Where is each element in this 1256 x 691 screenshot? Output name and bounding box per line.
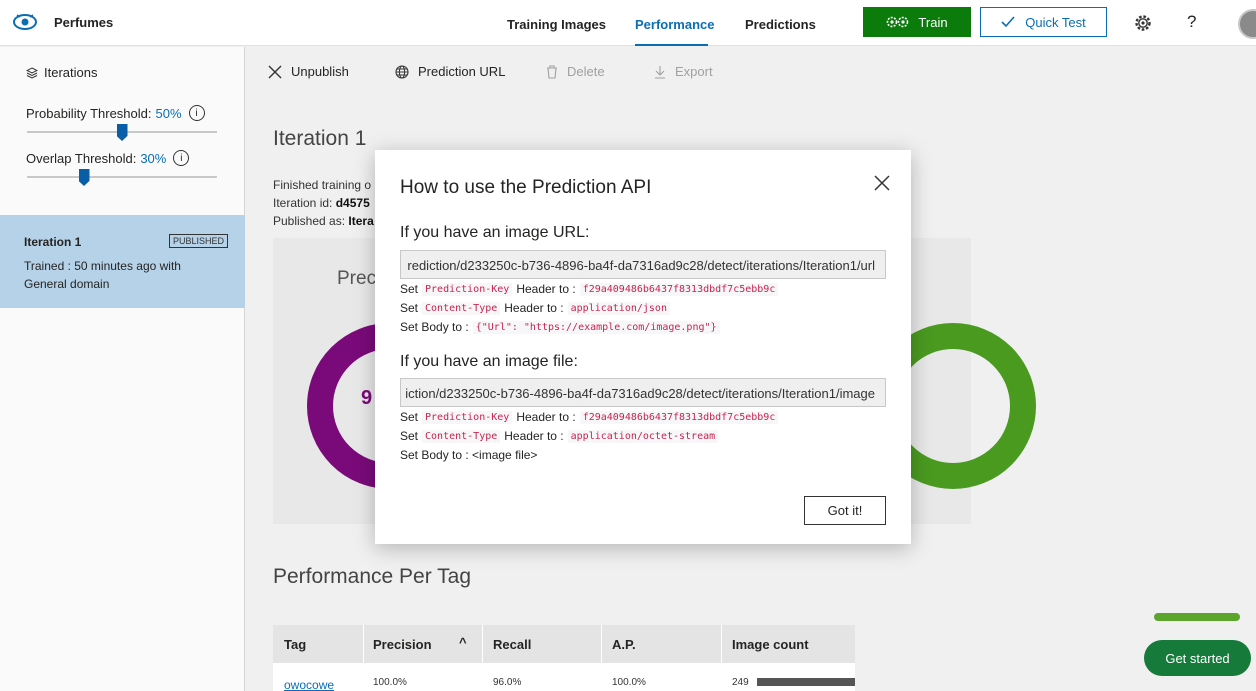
set-text: Set: [400, 301, 419, 315]
set-body-text: Set Body to :: [400, 320, 469, 334]
image-url-endpoint-field[interactable]: rediction/d233250c-b736-4896-ba4f-da7316…: [400, 250, 886, 279]
file-body-line: Set Body to : <image file>: [400, 448, 538, 462]
url-content-type-line: Set Content-Type Header to : application…: [400, 301, 674, 315]
header-name-code: Prediction-Key: [422, 282, 513, 296]
header-to-text: Header to :: [516, 282, 576, 296]
set-text: Set: [400, 429, 419, 443]
prediction-api-dialog: How to use the Prediction API If you hav…: [375, 150, 911, 544]
header-to-text: Header to :: [504, 301, 564, 315]
header-value-code: application/octet-stream: [567, 429, 719, 443]
image-file-endpoint-text: iction/d233250c-b736-4896-ba4f-da7316ad9…: [405, 386, 875, 401]
set-text: Set: [400, 410, 419, 424]
file-content-type-line: Set Content-Type Header to : application…: [400, 429, 722, 443]
url-prediction-key-line: Set Prediction-Key Header to : f29a40948…: [400, 282, 782, 296]
url-body-line: Set Body to : {"Url": "https://example.c…: [400, 320, 724, 334]
image-url-endpoint-text: rediction/d233250c-b736-4896-ba4f-da7316…: [407, 258, 875, 273]
header-value-code: f29a409486b6437f8313dbdf7c5ebb9c: [579, 282, 779, 296]
got-it-button[interactable]: Got it!: [804, 496, 886, 525]
image-url-heading: If you have an image URL:: [400, 224, 590, 241]
header-name-code: Content-Type: [422, 429, 501, 443]
file-prediction-key-line: Set Prediction-Key Header to : f29a40948…: [400, 410, 782, 424]
header-value-code: f29a409486b6437f8313dbdf7c5ebb9c: [579, 410, 779, 424]
body-value-code: {"Url": "https://example.com/image.png"}: [472, 320, 720, 334]
image-file-heading: If you have an image file:: [400, 353, 578, 370]
header-name-code: Prediction-Key: [422, 410, 513, 424]
image-file-endpoint-field[interactable]: iction/d233250c-b736-4896-ba4f-da7316ad9…: [400, 378, 886, 407]
header-name-code: Content-Type: [422, 301, 501, 315]
header-to-text: Header to :: [516, 410, 576, 424]
set-text: Set: [400, 282, 419, 296]
header-value-code: application/json: [567, 301, 670, 315]
close-icon[interactable]: [873, 174, 891, 192]
dialog-title: How to use the Prediction API: [400, 177, 652, 198]
header-to-text: Header to :: [504, 429, 564, 443]
